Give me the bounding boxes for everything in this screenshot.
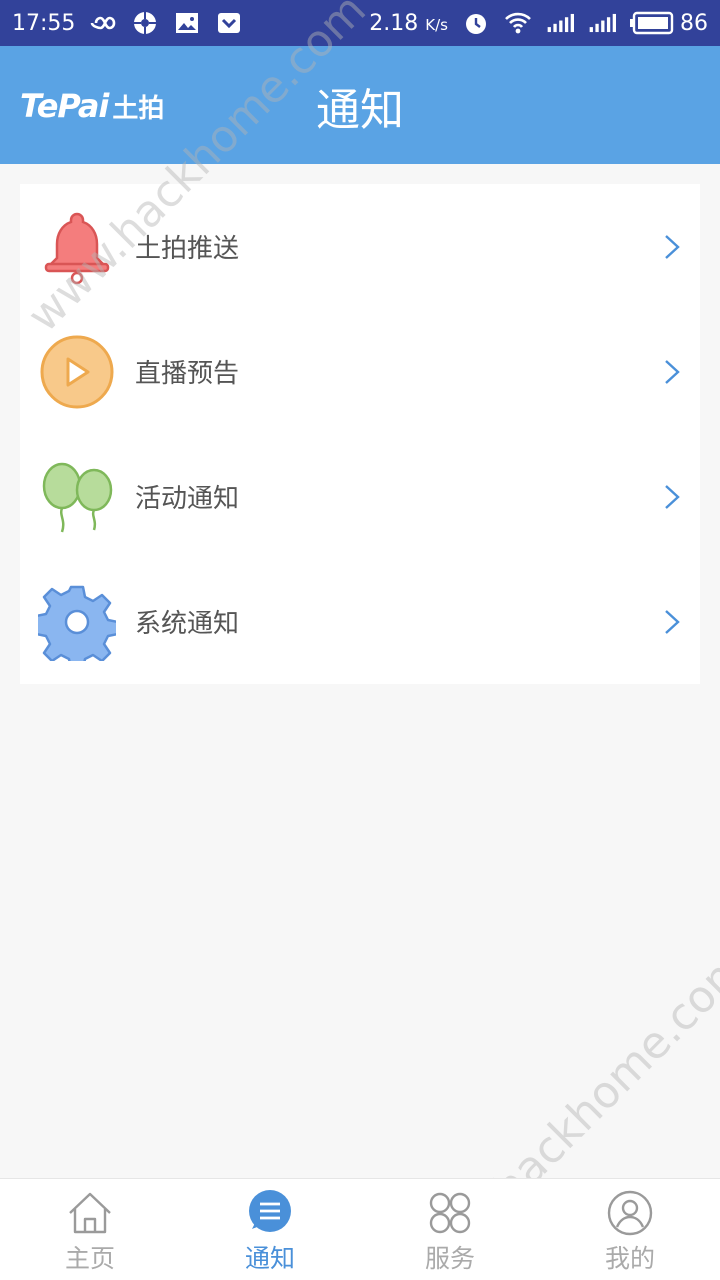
- pocket-icon: [215, 10, 243, 36]
- chevron-right-icon: [662, 359, 682, 385]
- battery-level: 86: [680, 10, 708, 36]
- nav-home[interactable]: 主页: [0, 1179, 180, 1280]
- nav-label: 通知: [244, 1244, 295, 1273]
- list-item-live-preview[interactable]: 直播预告: [20, 309, 700, 434]
- gear-icon: [34, 583, 120, 671]
- nav-label: 主页: [64, 1244, 115, 1273]
- gallery-icon: [173, 10, 201, 36]
- profile-icon: [606, 1189, 654, 1237]
- nav-services[interactable]: 服务: [360, 1179, 540, 1280]
- list-item-label: 系统通知: [135, 609, 240, 639]
- services-icon: [426, 1189, 474, 1237]
- bell-icon: [38, 208, 116, 286]
- wifi-icon: [504, 10, 532, 36]
- chevron-right-icon: [662, 609, 682, 635]
- nav-notifications[interactable]: 通知: [180, 1179, 360, 1280]
- battery-icon: [630, 10, 674, 36]
- page-title: 通知: [316, 85, 404, 136]
- battery-indicator: 86: [630, 10, 708, 36]
- bottom-nav: 主页 通知 服务 我的: [0, 1178, 720, 1280]
- app-header: TePai 土拍 通知: [0, 46, 720, 164]
- notification-list: 土拍推送 直播预告 活动通知 系统通知: [20, 184, 700, 684]
- list-item-tupai-push[interactable]: 土拍推送: [20, 184, 700, 309]
- list-item-label: 直播预告: [135, 359, 240, 389]
- list-item-activity[interactable]: 活动通知: [20, 434, 700, 559]
- nav-profile[interactable]: 我的: [540, 1179, 720, 1280]
- chevron-right-icon: [662, 484, 682, 510]
- list-item-label: 活动通知: [135, 484, 240, 514]
- alarm-icon: [462, 10, 490, 36]
- status-left: 17:55: [12, 10, 243, 36]
- infinity-icon: [89, 10, 117, 36]
- home-icon: [66, 1189, 114, 1237]
- status-bar: 17:55 2.18 K/s 86: [0, 0, 720, 46]
- status-speed: 2.18 K/s: [369, 10, 448, 36]
- signal-icon: [546, 10, 574, 36]
- play-icon: [38, 333, 116, 411]
- notification-list-icon: [246, 1189, 294, 1237]
- nav-label: 我的: [604, 1244, 655, 1273]
- balloons-icon: [38, 458, 116, 536]
- chevron-right-icon: [662, 234, 682, 260]
- list-item-label: 土拍推送: [135, 234, 240, 264]
- status-right: 2.18 K/s 86: [369, 10, 708, 36]
- list-item-system[interactable]: 系统通知: [20, 559, 700, 684]
- status-time: 17:55: [12, 10, 76, 36]
- signal-icon-2: [588, 10, 616, 36]
- aperture-icon: [131, 10, 159, 36]
- nav-label: 服务: [424, 1244, 475, 1273]
